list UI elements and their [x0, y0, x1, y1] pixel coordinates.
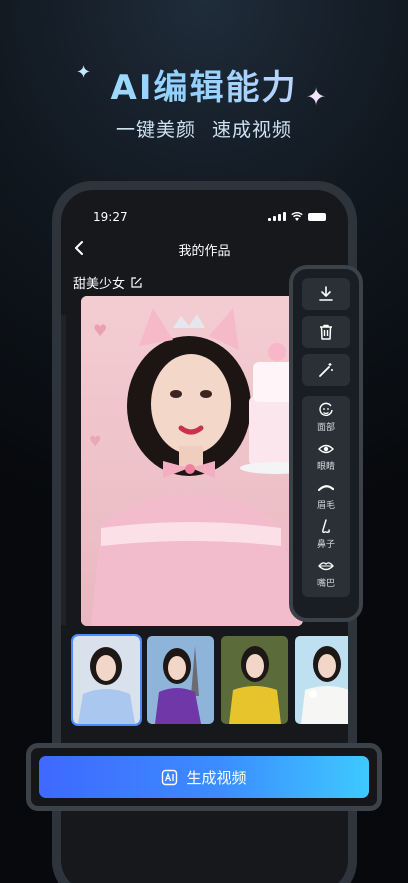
- magic-enhance-button[interactable]: [302, 354, 350, 386]
- portrait-image: ♥ ♥ ♥: [81, 296, 303, 626]
- magic-wand-icon: [319, 363, 333, 377]
- feature-label: 嘴巴: [316, 579, 335, 589]
- thumbnail[interactable]: [295, 636, 348, 724]
- edit-tool-panel: 面部 眼睛 眉毛 鼻子 嘴巴: [289, 265, 363, 622]
- feature-label: 面部: [316, 423, 335, 433]
- work-title-row[interactable]: 甜美少女: [73, 273, 142, 292]
- trash-icon: [320, 324, 332, 340]
- signal-icon: [268, 212, 286, 221]
- svg-text:♥: ♥: [93, 321, 107, 340]
- edit-icon[interactable]: [131, 277, 142, 288]
- feature-label: 鼻子: [316, 540, 335, 550]
- page-title: 我的作品: [178, 244, 231, 259]
- face-icon: [319, 402, 333, 416]
- thumbnail-image: [295, 636, 348, 724]
- thumbnail[interactable]: [147, 636, 214, 724]
- feature-label: 眉毛: [316, 501, 335, 511]
- delete-button[interactable]: [302, 316, 350, 348]
- nose-icon: [322, 519, 330, 533]
- thumbnail-strip: [71, 634, 348, 726]
- wifi-icon: [291, 212, 303, 221]
- promo-headline: AI编辑能力: [0, 60, 408, 109]
- feature-eyebrows[interactable]: 眉毛: [317, 480, 335, 511]
- cta-frame: 生成视频: [26, 743, 382, 811]
- thumbnail[interactable]: [71, 634, 142, 726]
- eyebrow-icon: [317, 485, 334, 492]
- thumbnail-image: [73, 636, 140, 724]
- eye-icon: [317, 444, 334, 454]
- portrait-illustration: ♥ ♥ ♥: [81, 296, 303, 626]
- work-title: 甜美少女: [73, 277, 126, 292]
- download-button[interactable]: [302, 278, 350, 310]
- feature-nose[interactable]: 鼻子: [317, 519, 335, 550]
- status-bar: 19:27: [83, 210, 326, 226]
- tool-list: 面部 眼睛 眉毛 鼻子 嘴巴: [302, 278, 350, 597]
- feature-face[interactable]: 面部: [317, 402, 335, 433]
- thumbnail[interactable]: [221, 636, 288, 724]
- feature-mouth[interactable]: 嘴巴: [317, 558, 335, 589]
- subheadline-left: 一键美颜: [115, 119, 196, 141]
- scroll-handle: [61, 315, 66, 625]
- feature-eyes[interactable]: 眼睛: [317, 441, 335, 472]
- status-icons: [268, 212, 326, 221]
- battery-icon: [308, 212, 326, 221]
- promo-subheadline: 一键美颜 速成视频: [0, 115, 408, 142]
- generate-video-button[interactable]: 生成视频: [39, 756, 369, 798]
- download-icon: [319, 286, 333, 301]
- status-time: 19:27: [93, 210, 128, 224]
- thumbnail-image: [221, 636, 288, 724]
- face-feature-group: 面部 眼睛 眉毛 鼻子 嘴巴: [302, 396, 350, 597]
- feature-label: 眼睛: [316, 462, 335, 472]
- svg-text:♥: ♥: [89, 434, 102, 450]
- generate-video-label: 生成视频: [186, 768, 247, 787]
- thumbnail-image: [147, 636, 214, 724]
- ai-video-icon: [162, 769, 178, 785]
- mouth-icon: [318, 562, 334, 571]
- subheadline-right: 速成视频: [212, 119, 293, 141]
